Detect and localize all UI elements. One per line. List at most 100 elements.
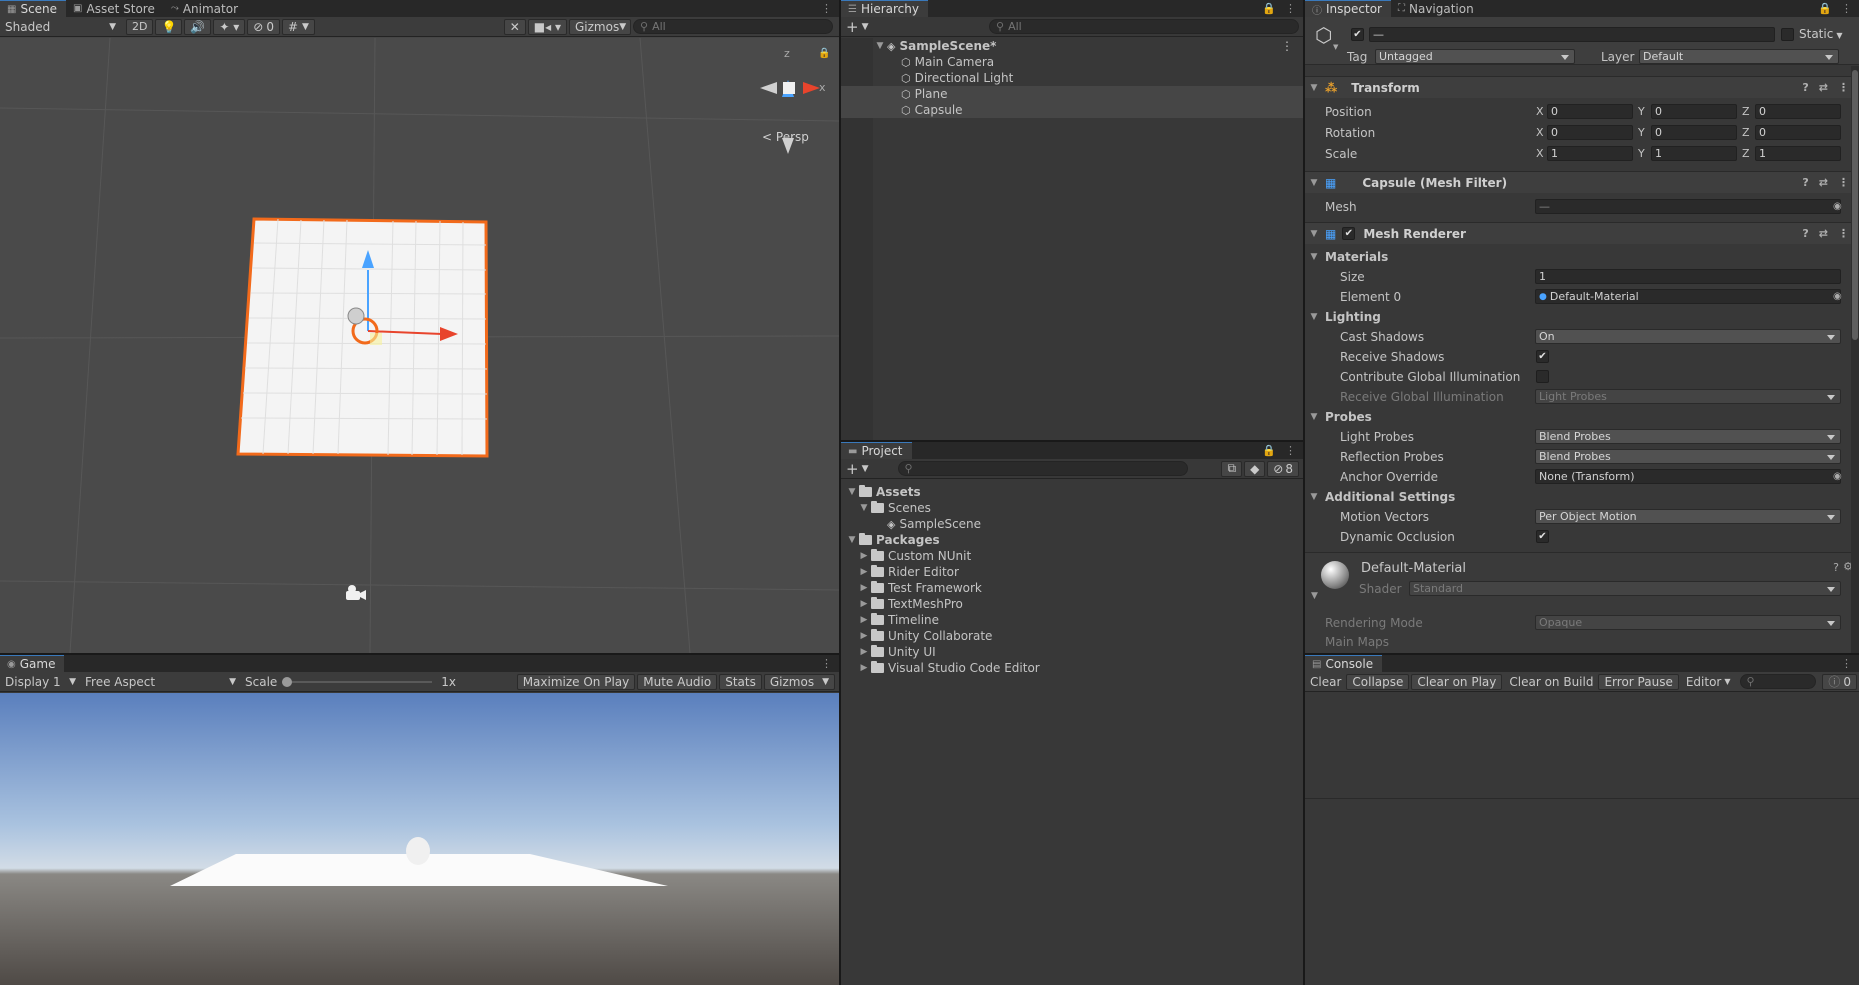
more-menu-icon[interactable]: ⋮ bbox=[1838, 81, 1849, 94]
expand-triangle-icon[interactable]: ▼ bbox=[1309, 312, 1319, 322]
object-picker-icon[interactable]: ◉ bbox=[1833, 201, 1842, 212]
tab-project[interactable]: ▬ Project bbox=[841, 442, 912, 459]
tab-inspector[interactable]: ⓘ Inspector bbox=[1305, 0, 1391, 17]
mesh-field[interactable]: — bbox=[1535, 199, 1841, 214]
expand-triangle-icon[interactable]: ▼ bbox=[1309, 252, 1319, 262]
create-dropdown[interactable]: + ▼ bbox=[841, 18, 874, 36]
position-z-field[interactable]: 0 bbox=[1755, 104, 1841, 119]
transform-header[interactable]: ▼ ⁂ Transform ? ⇄ ⋮ bbox=[1305, 76, 1859, 98]
lighting-foldout[interactable]: ▼ Lighting bbox=[1305, 308, 1859, 325]
stats-toggle[interactable]: Stats bbox=[719, 673, 762, 690]
scene-search-input[interactable] bbox=[652, 20, 832, 33]
position-y-field[interactable]: 0 bbox=[1651, 104, 1737, 119]
collapse-triangle-icon[interactable]: ▶ bbox=[859, 567, 869, 577]
filter-by-type-button[interactable]: ⧉ bbox=[1221, 460, 1243, 477]
game-gizmos-dropdown[interactable]: Gizmos ▼ bbox=[763, 673, 835, 690]
collapse-toggle[interactable]: Collapse bbox=[1346, 673, 1410, 690]
scene-search[interactable]: ⚲ bbox=[633, 19, 833, 34]
audio-toggle[interactable]: 🔊 bbox=[184, 18, 212, 35]
expand-triangle-icon[interactable]: ▼ bbox=[1309, 178, 1319, 188]
object-picker-icon[interactable]: ◉ bbox=[1833, 471, 1842, 482]
static-dropdown[interactable]: Static ▼ bbox=[1799, 27, 1842, 41]
expand-triangle-icon[interactable]: ▼ bbox=[1309, 412, 1319, 422]
collapse-triangle-icon[interactable]: ▶ bbox=[859, 599, 869, 609]
inspector-scrollbar-thumb[interactable] bbox=[1852, 70, 1858, 340]
tab-console[interactable]: ▤ Console bbox=[1305, 655, 1383, 672]
contribute-gi-checkbox[interactable] bbox=[1536, 370, 1549, 383]
console-search[interactable]: ⚲ bbox=[1739, 674, 1817, 689]
lock-icon[interactable]: 🔒 bbox=[818, 48, 830, 59]
more-menu-icon[interactable]: ⋮ bbox=[1281, 39, 1293, 53]
expand-triangle-icon[interactable]: ▼ bbox=[847, 535, 857, 545]
rotation-y-field[interactable]: 0 bbox=[1651, 125, 1737, 140]
tab-scene[interactable]: ▦ Scene bbox=[0, 0, 67, 17]
filter-by-label-button[interactable]: ◆ bbox=[1244, 460, 1266, 477]
mesh-renderer-enabled-checkbox[interactable]: ✔ bbox=[1342, 227, 1356, 240]
grid-dropdown[interactable]: # ▼ bbox=[281, 18, 315, 35]
position-x-field[interactable]: 0 bbox=[1547, 104, 1633, 119]
tab-hierarchy[interactable]: ☰ Hierarchy bbox=[841, 0, 928, 17]
hierarchy-item-main-camera[interactable]: ⬡ Main Camera bbox=[841, 54, 1303, 70]
hierarchy-search[interactable]: ⚲ bbox=[989, 19, 1299, 34]
display-dropdown[interactable]: Display 1 ▼ bbox=[0, 673, 80, 691]
dynamic-occlusion-checkbox[interactable]: ✔ bbox=[1536, 530, 1549, 543]
error-pause-toggle[interactable]: Error Pause bbox=[1598, 673, 1679, 690]
tag-dropdown[interactable]: Untagged bbox=[1375, 49, 1575, 64]
console-search-input[interactable] bbox=[1758, 675, 1816, 688]
object-picker-icon[interactable]: ◉ bbox=[1833, 291, 1842, 302]
shading-dropdown[interactable]: Shaded ▼ bbox=[0, 18, 120, 36]
camera-dropdown[interactable]: ■◂ ▾ bbox=[527, 18, 567, 35]
scene-viewport[interactable] bbox=[0, 38, 839, 653]
collapse-triangle-icon[interactable]: ▶ bbox=[859, 583, 869, 593]
console-detail-area[interactable] bbox=[1305, 800, 1859, 985]
project-search-input[interactable] bbox=[916, 462, 1187, 475]
object-name-field[interactable]: — bbox=[1369, 27, 1775, 42]
maximize-on-play-toggle[interactable]: Maximize On Play bbox=[516, 673, 636, 690]
clear-on-build-toggle[interactable]: Clear on Build bbox=[1504, 673, 1598, 691]
tools-button[interactable]: ✕ bbox=[503, 18, 526, 35]
hidden-packages-toggle[interactable]: ⊘ 8 bbox=[1267, 460, 1299, 477]
probes-foldout[interactable]: ▼ Probes bbox=[1305, 408, 1859, 425]
project-package-item[interactable]: ▶ Test Framework bbox=[841, 580, 1303, 596]
presets-icon[interactable]: ⇄ bbox=[1819, 176, 1828, 189]
chevron-down-icon[interactable]: ▼ bbox=[1333, 43, 1338, 51]
inspector-scrollbar[interactable] bbox=[1851, 66, 1859, 653]
scale-x-field[interactable]: 1 bbox=[1547, 146, 1633, 161]
hierarchy-item-plane[interactable]: ⬡ Plane bbox=[841, 86, 1303, 102]
more-menu-icon[interactable]: ⋮ bbox=[1838, 227, 1849, 240]
project-package-item[interactable]: ▶ Custom NUnit bbox=[841, 548, 1303, 564]
project-package-item[interactable]: ▶ Rider Editor bbox=[841, 564, 1303, 580]
more-menu-icon[interactable]: ⋮ bbox=[1838, 176, 1849, 189]
materials-size-field[interactable]: 1 bbox=[1535, 269, 1841, 284]
lock-icon[interactable]: 🔒 bbox=[1262, 444, 1276, 457]
help-icon[interactable]: ? bbox=[1802, 81, 1808, 94]
light-probes-dropdown[interactable]: Blend Probes bbox=[1535, 429, 1841, 444]
aspect-dropdown[interactable]: Free Aspect ▼ bbox=[80, 673, 240, 691]
project-package-item[interactable]: ▶ Visual Studio Code Editor bbox=[841, 660, 1303, 676]
project-packages-folder[interactable]: ▼ Packages bbox=[841, 532, 1303, 548]
expand-triangle-icon[interactable]: ▼ bbox=[847, 487, 857, 497]
hierarchy-search-input[interactable] bbox=[1008, 20, 1298, 33]
gizmos-dropdown[interactable]: Gizmos ▼ bbox=[569, 18, 631, 35]
project-package-item[interactable]: ▶ Unity UI bbox=[841, 644, 1303, 660]
scale-y-field[interactable]: 1 bbox=[1651, 146, 1737, 161]
2d-toggle[interactable]: 2D bbox=[126, 18, 154, 35]
rotation-z-field[interactable]: 0 bbox=[1755, 125, 1841, 140]
lock-icon[interactable]: 🔒 bbox=[1818, 2, 1832, 15]
collapse-triangle-icon[interactable]: ▶ bbox=[859, 663, 869, 673]
more-menu-icon[interactable]: ⋮ bbox=[1285, 2, 1296, 15]
hierarchy-item-capsule[interactable]: ⬡ Capsule bbox=[841, 102, 1303, 118]
tab-navigation[interactable]: ⛶ Navigation bbox=[1391, 0, 1483, 17]
project-search[interactable]: ⚲ bbox=[897, 461, 1188, 476]
additional-settings-foldout[interactable]: ▼ Additional Settings bbox=[1305, 488, 1859, 505]
projection-toggle[interactable]: < Persp bbox=[762, 130, 809, 144]
rotation-x-field[interactable]: 0 bbox=[1547, 125, 1633, 140]
collapse-triangle-icon[interactable]: ▶ bbox=[859, 631, 869, 641]
expand-triangle-icon[interactable]: ▼ bbox=[875, 41, 885, 51]
shader-dropdown[interactable]: Standard bbox=[1409, 581, 1841, 596]
console-log-area[interactable] bbox=[1305, 693, 1859, 799]
reflection-probes-dropdown[interactable]: Blend Probes bbox=[1535, 449, 1841, 464]
collapse-triangle-icon[interactable]: ▶ bbox=[859, 647, 869, 657]
editor-dropdown[interactable]: Editor ▼ bbox=[1681, 673, 1736, 691]
project-package-item[interactable]: ▶ TextMeshPro bbox=[841, 596, 1303, 612]
